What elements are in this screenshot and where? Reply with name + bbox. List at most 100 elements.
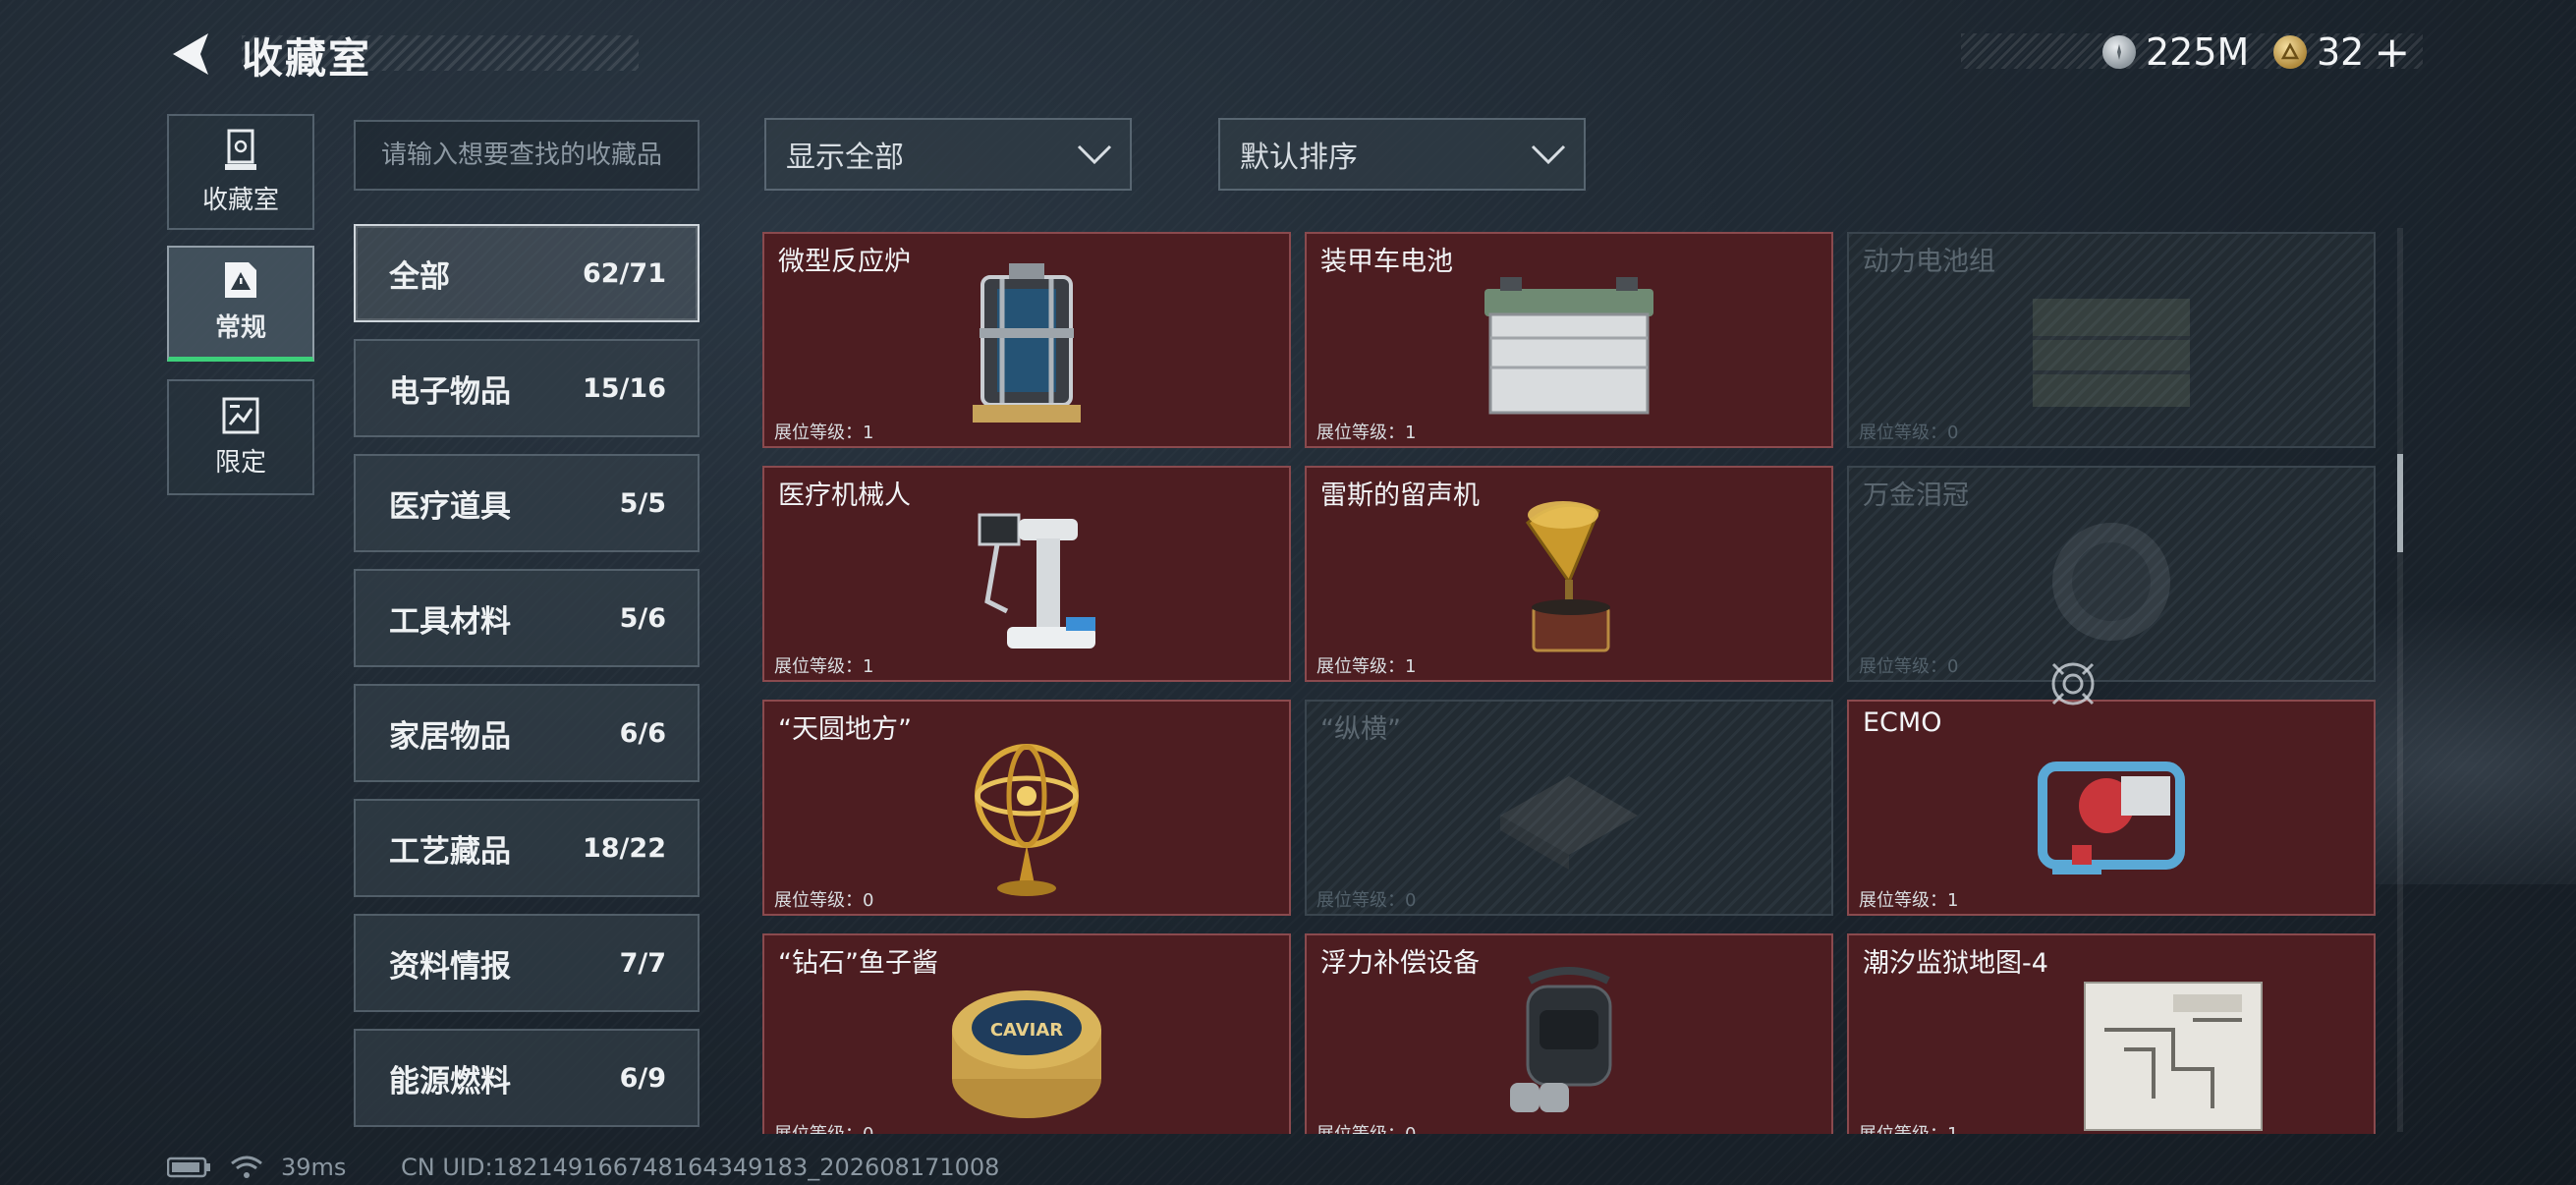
category-crafts[interactable]: 工艺藏品 18/22 xyxy=(354,799,700,897)
grid-scrollbar[interactable] xyxy=(2397,228,2403,1132)
item-level: 展位等级：0 xyxy=(774,1120,873,1134)
back-arrow-icon xyxy=(173,33,208,75)
user-uid: CN UID:182149166748164349183_20260817100… xyxy=(401,1154,1000,1181)
category-name: 能源燃料 xyxy=(389,1063,511,1100)
nav-tab-label: 收藏室 xyxy=(201,185,279,215)
category-name: 医疗道具 xyxy=(389,488,511,525)
svg-text:CAVIAR: CAVIAR xyxy=(990,1020,1063,1041)
item-level: 展位等级：1 xyxy=(774,423,874,443)
category-medical[interactable]: 医疗道具 5/5 xyxy=(354,454,700,552)
search-input[interactable] xyxy=(354,120,700,191)
chevron-down-icon xyxy=(1077,144,1112,165)
reactor-icon xyxy=(973,263,1081,423)
sort-dropdown[interactable]: 默认排序 xyxy=(1218,118,1586,191)
item-card[interactable]: 潮汐监狱地图-4 展位等级：1 xyxy=(1847,933,2376,1134)
item-name: 万金泪冠 xyxy=(1863,480,1969,511)
category-count: 6/6 xyxy=(619,717,666,749)
category-name: 资料情报 xyxy=(389,948,511,985)
item-level: 展位等级：1 xyxy=(774,656,874,677)
gold-triangle-coin-icon xyxy=(2273,35,2307,69)
item-level: 展位等级：0 xyxy=(1859,656,1959,677)
limited-frame-icon xyxy=(222,397,259,433)
sort-value: 默认排序 xyxy=(1240,141,1358,175)
item-card[interactable]: “天圆地方” 展位等级：0 xyxy=(762,700,1291,916)
item-card[interactable]: 医疗机械人 展位等级：1 xyxy=(762,466,1291,682)
nav-tab-collection-room[interactable]: 收藏室 xyxy=(167,114,314,230)
crosshair-icon[interactable] xyxy=(2045,656,2100,711)
category-fuel[interactable]: 能源燃料 6/9 xyxy=(354,1029,700,1127)
item-name: “纵横” xyxy=(1320,714,1401,745)
item-card[interactable]: 微型反应炉 展位等级：1 xyxy=(762,232,1291,448)
category-count: 15/16 xyxy=(582,372,666,404)
item-card[interactable]: 装甲车电池 展位等级：1 xyxy=(1305,232,1833,448)
item-card[interactable]: 雷斯的留声机 展位等级：1 xyxy=(1305,466,1833,682)
battery-status-icon xyxy=(167,1157,210,1178)
category-name: 家居物品 xyxy=(389,718,511,755)
category-count: 5/5 xyxy=(619,487,666,519)
ecmo-machine-icon xyxy=(2038,762,2185,875)
display-filter-dropdown[interactable]: 显示全部 xyxy=(764,118,1132,191)
category-count: 18/22 xyxy=(582,832,666,864)
warning-doc-icon xyxy=(225,262,256,298)
item-name: 医疗机械人 xyxy=(778,480,911,511)
item-name: ECMO xyxy=(1863,707,1942,738)
add-currency-button[interactable]: + xyxy=(2374,28,2410,78)
armillary-sphere-icon xyxy=(975,744,1079,896)
chevron-down-icon xyxy=(1531,144,1566,165)
item-level: 展位等级：1 xyxy=(1859,890,1959,911)
item-card[interactable]: 动力电池组 展位等级：0 xyxy=(1847,232,2376,448)
item-card[interactable]: ECMO 展位等级：1 xyxy=(1847,700,2376,916)
battery-icon xyxy=(1484,277,1653,415)
category-count: 5/6 xyxy=(619,602,666,634)
status-bar: 39ms xyxy=(167,1154,346,1181)
nav-tab-label: 常规 xyxy=(214,313,266,343)
wifi-icon xyxy=(231,1156,262,1178)
item-card[interactable]: 万金泪冠 展位等级：0 xyxy=(1847,466,2376,682)
buoyancy-device-icon xyxy=(1510,967,1612,1112)
scrollbar-thumb[interactable] xyxy=(2397,454,2403,552)
category-name: 工具材料 xyxy=(389,603,511,640)
nav-tab-label: 限定 xyxy=(214,447,266,478)
category-name: 电子物品 xyxy=(389,373,511,410)
item-level: 展位等级：1 xyxy=(1316,423,1417,443)
item-card[interactable]: 浮力补偿设备 展位等级：0 xyxy=(1305,933,1833,1134)
silver-amount: 225M xyxy=(2146,30,2250,74)
medical-robot-icon xyxy=(978,513,1095,649)
category-count: 7/7 xyxy=(619,947,666,979)
crown-icon xyxy=(2052,523,2170,641)
currency-gold[interactable]: 32 + xyxy=(2273,28,2410,78)
prison-map-icon xyxy=(2084,982,2264,1131)
category-name: 全部 xyxy=(389,258,450,295)
item-name: 雷斯的留声机 xyxy=(1320,480,1480,511)
item-name: 微型反应炉 xyxy=(778,247,911,277)
item-level: 展位等级：0 xyxy=(1859,423,1959,443)
ping-value: 39ms xyxy=(281,1154,347,1181)
category-tools[interactable]: 工具材料 5/6 xyxy=(354,569,700,667)
caviar-tin-icon: CAVIAR xyxy=(952,990,1101,1118)
display-filter-value: 显示全部 xyxy=(786,141,904,175)
category-count: 6/9 xyxy=(619,1062,666,1094)
board-game-icon xyxy=(1500,776,1638,870)
silver-coin-icon xyxy=(2102,35,2136,69)
item-name: 潮汐监狱地图-4 xyxy=(1863,948,2048,979)
item-name: 动力电池组 xyxy=(1863,247,1995,277)
category-household[interactable]: 家居物品 6/6 xyxy=(354,684,700,782)
item-card[interactable]: “钻石”鱼子酱 CAVIAR 展位等级：0 xyxy=(762,933,1291,1134)
nav-tab-limited[interactable]: 限定 xyxy=(167,379,314,495)
currency-silver: 225M xyxy=(2102,28,2249,77)
nav-tab-regular[interactable]: 常规 xyxy=(167,246,314,362)
category-electronics[interactable]: 电子物品 15/16 xyxy=(354,339,700,437)
item-level: 展位等级：0 xyxy=(774,890,874,911)
item-card[interactable]: “纵横” 展位等级：0 xyxy=(1305,700,1833,916)
category-all[interactable]: 全部 62/71 xyxy=(354,224,700,322)
category-intel[interactable]: 资料情报 7/7 xyxy=(354,914,700,1012)
category-count: 62/71 xyxy=(582,257,666,289)
item-name: “天圆地方” xyxy=(778,714,912,745)
item-name: “钻石”鱼子酱 xyxy=(778,948,938,979)
back-button[interactable] xyxy=(165,28,218,81)
collection-grid: 微型反应炉 展位等级：1 装甲车电池 展位等级：1 动力电池组 展位等级：0 医… xyxy=(762,232,2383,1134)
gold-amount: 32 xyxy=(2317,30,2365,74)
item-level: 展位等级：1 xyxy=(1316,656,1417,677)
gramophone-icon xyxy=(1525,501,1610,652)
item-level: 展位等级：0 xyxy=(1316,890,1417,911)
